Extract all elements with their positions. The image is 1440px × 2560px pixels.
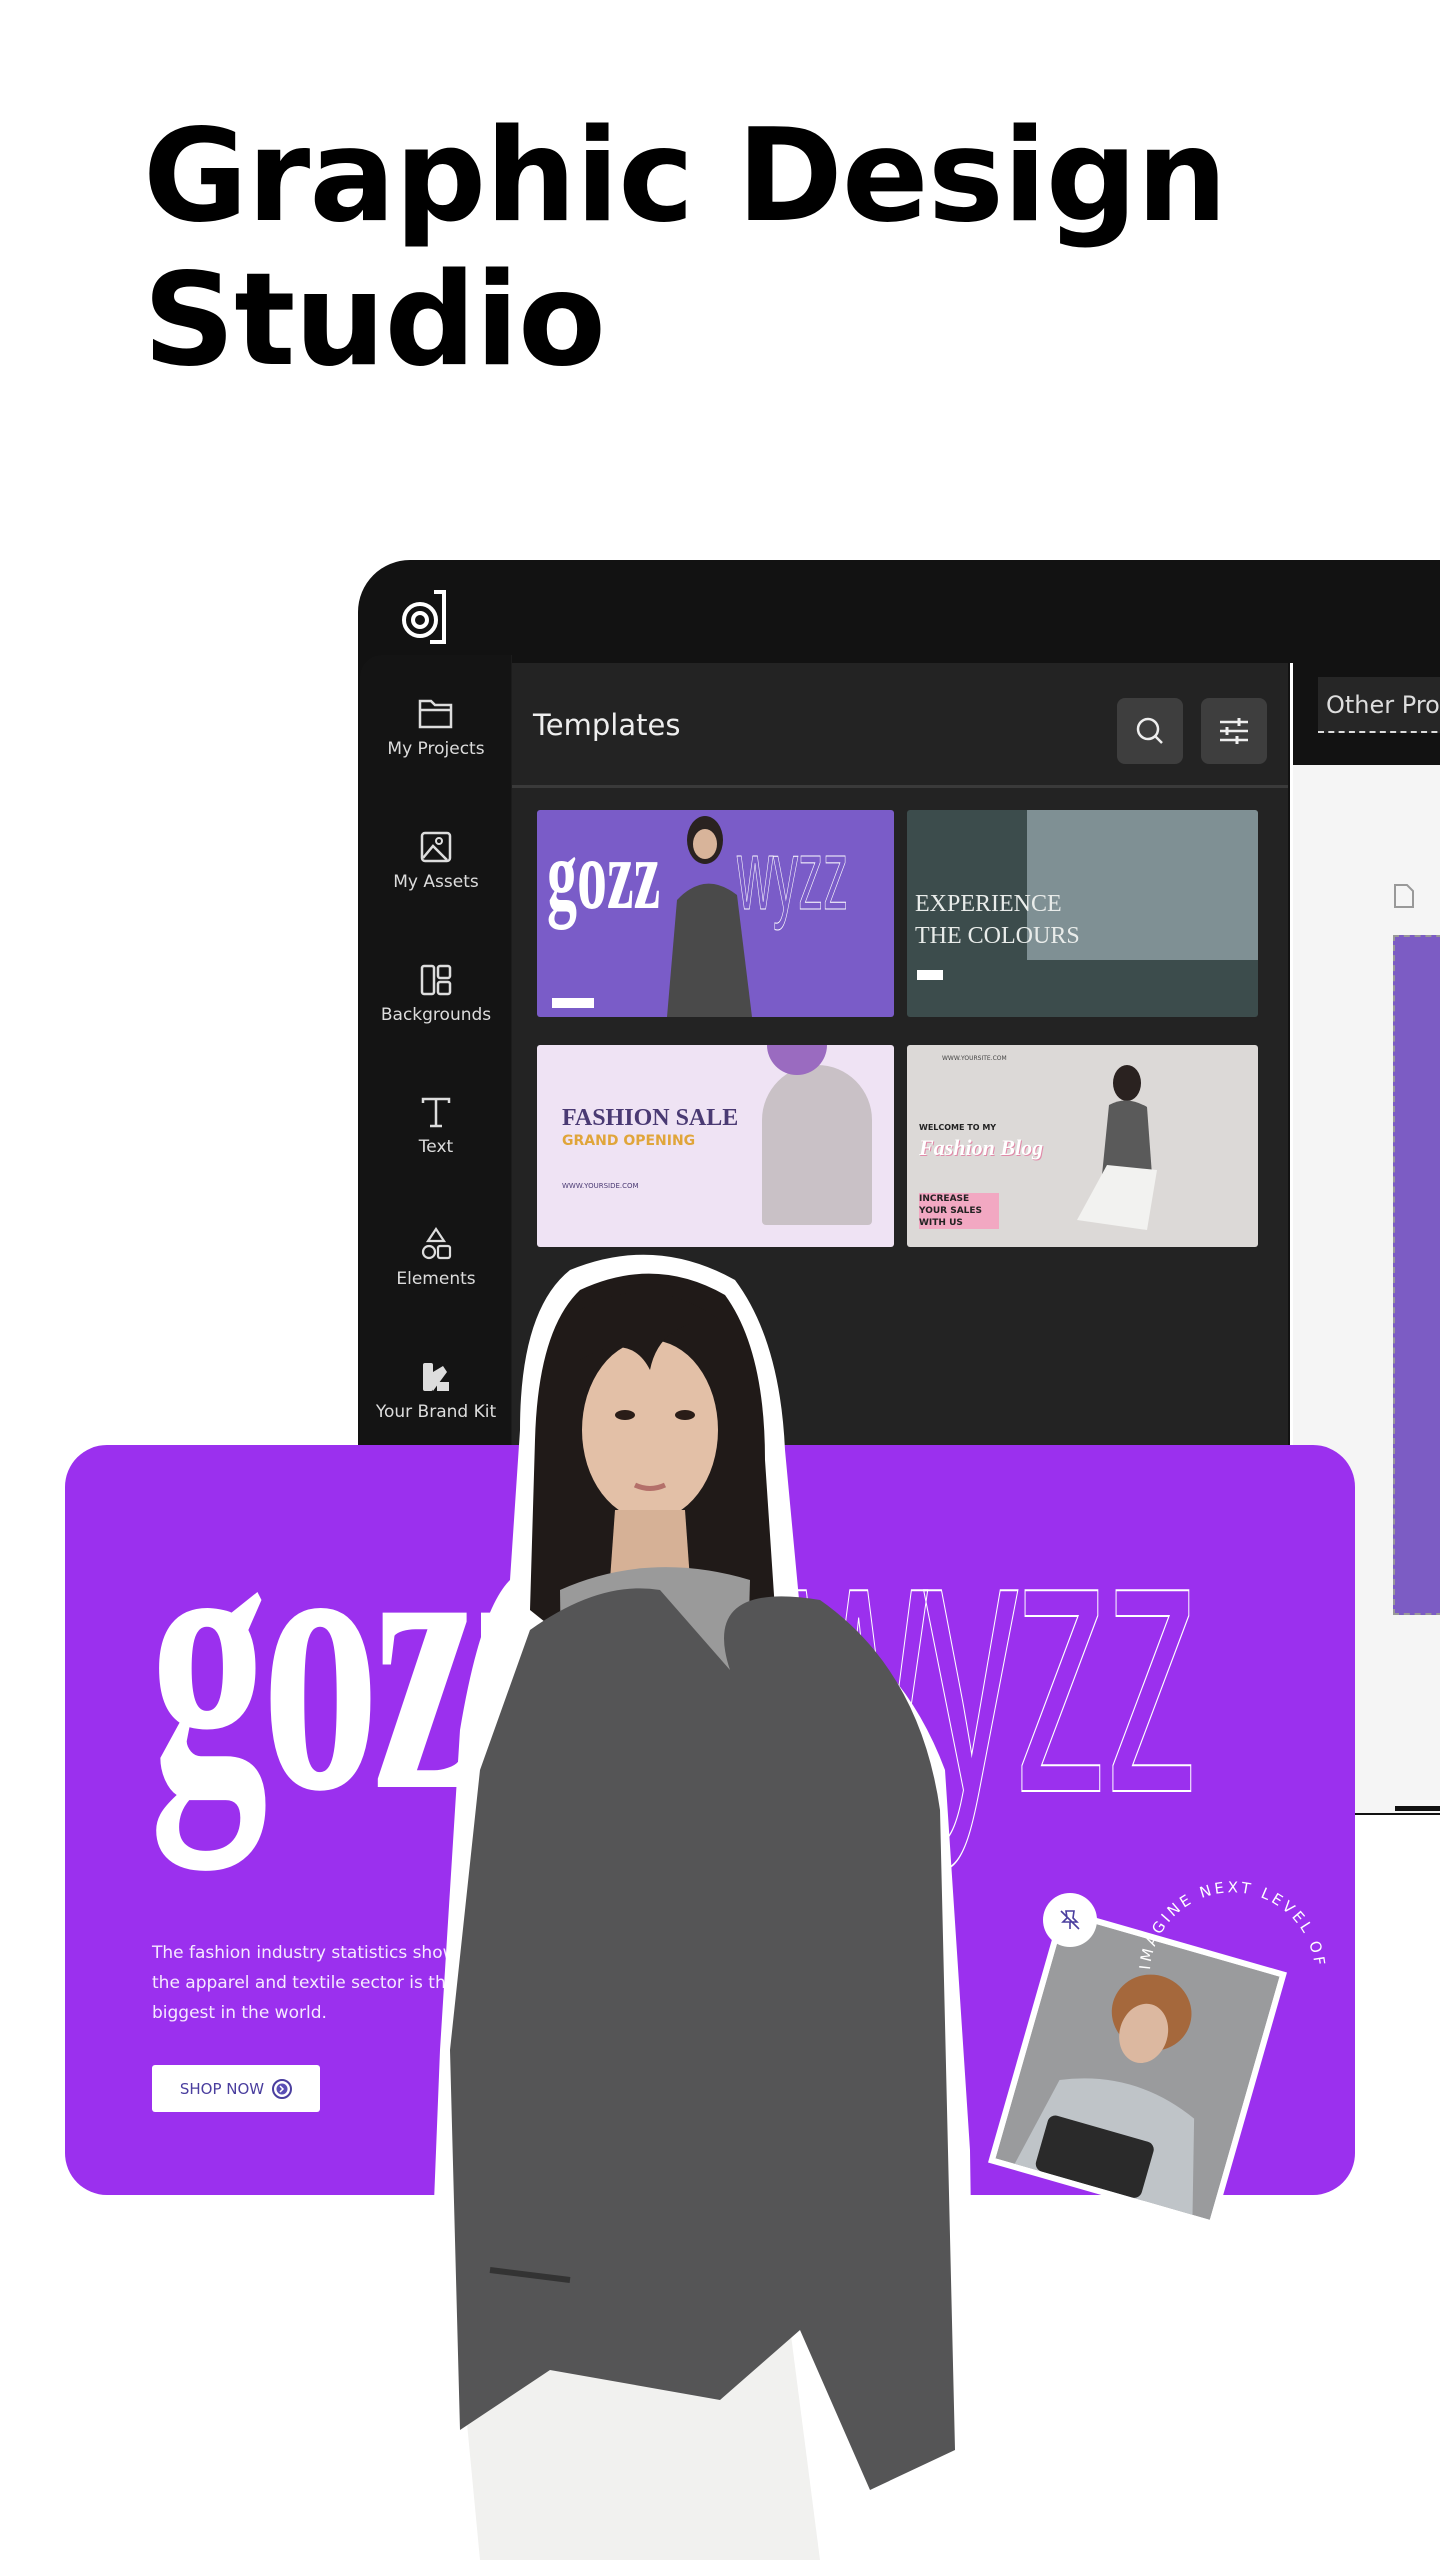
image-icon: [420, 831, 452, 863]
svg-text:IMAGINE NEXT LEVEL OF: IMAGINE NEXT LEVEL OF: [1136, 1878, 1329, 1970]
pin-off-icon: [1060, 1910, 1080, 1930]
folder-icon: [418, 699, 453, 729]
arrow-circle-icon: [272, 2078, 293, 2099]
card-kicker: WELCOME TO MY: [919, 1123, 997, 1132]
canvas-page[interactable]: [1393, 935, 1440, 1615]
shop-now-button[interactable]: SHOP NOW: [152, 2065, 320, 2112]
unpin-button[interactable]: [1043, 1893, 1097, 1947]
card-word-1: gozz: [547, 819, 661, 930]
title-line-2: Studio: [143, 246, 606, 395]
sliders-icon: [1220, 718, 1248, 744]
card-cta: INCREASE YOUR SALES WITH US: [919, 1193, 999, 1229]
title-line-1: Graphic Design: [143, 102, 1227, 251]
layout-icon: [420, 964, 452, 996]
tab-other-products[interactable]: Other Prod: [1318, 677, 1440, 733]
model-thumbnail: [667, 816, 752, 1017]
sidebar-item-my-assets[interactable]: My Assets: [360, 830, 512, 892]
card-title: FASHION SALE: [562, 1105, 739, 1131]
sidebar-item-label: My Projects: [387, 739, 485, 759]
card-line: THE COLOURS: [915, 923, 1080, 949]
page-title: Graphic Design Studio: [143, 105, 1227, 393]
card-title: Fashion Blog: [919, 1135, 1044, 1160]
template-card-gozz[interactable]: gozz wyzz: [537, 810, 894, 1017]
model-thumbnail: [1077, 1065, 1157, 1230]
template-card-fashion-sale[interactable]: FASHION SALE GRAND OPENING WWW.YOURSIDE.…: [537, 1045, 894, 1247]
search-button[interactable]: [1117, 698, 1183, 764]
sidebar-item-text[interactable]: Text: [360, 1095, 512, 1157]
card-photo: [762, 1065, 872, 1225]
sidebar-item-label: My Assets: [393, 872, 479, 892]
canvas-tabbar: Other Prod: [1293, 663, 1440, 765]
circular-text-path: IMAGINE NEXT LEVEL OF: [1136, 1878, 1326, 1970]
text-icon: [421, 1097, 451, 1128]
search-icon: [1136, 717, 1163, 744]
card-shop-button: [552, 998, 594, 1008]
card-subtitle: GRAND OPENING: [562, 1133, 696, 1149]
filter-button[interactable]: [1201, 698, 1267, 764]
card-url: WWW.YOURSITE.COM: [942, 1055, 1007, 1062]
panel-divider: [512, 785, 1288, 788]
template-card-fashion-blog[interactable]: WWW.YOURSITE.COM WELCOME TO MY Fashion B…: [907, 1045, 1258, 1247]
card-button: [917, 970, 943, 980]
panel-title: Templates: [533, 708, 681, 742]
template-card-experience[interactable]: EXPERIENCE THE COLOURS: [907, 810, 1258, 1017]
sidebar-item-label: Text: [418, 1137, 454, 1157]
shop-now-label: SHOP NOW: [179, 2079, 265, 2098]
sidebar-item-label: Backgrounds: [380, 1005, 492, 1025]
canvas-edge: [1395, 1806, 1440, 1811]
sidebar-item-backgrounds[interactable]: Backgrounds: [360, 963, 512, 1025]
page-icon: [1394, 884, 1414, 908]
circular-text: IMAGINE NEXT LEVEL OF: [1136, 1878, 1329, 1970]
card-url: WWW.YOURSIDE.COM: [562, 1182, 639, 1190]
model-cutout: [425, 1254, 975, 2560]
sidebar-item-my-projects[interactable]: My Projects: [360, 697, 512, 759]
app-logo-icon[interactable]: [400, 588, 452, 646]
card-line: EXPERIENCE: [915, 891, 1062, 917]
card-headline: EXPERIENCE THE COLOURS: [915, 888, 1080, 952]
